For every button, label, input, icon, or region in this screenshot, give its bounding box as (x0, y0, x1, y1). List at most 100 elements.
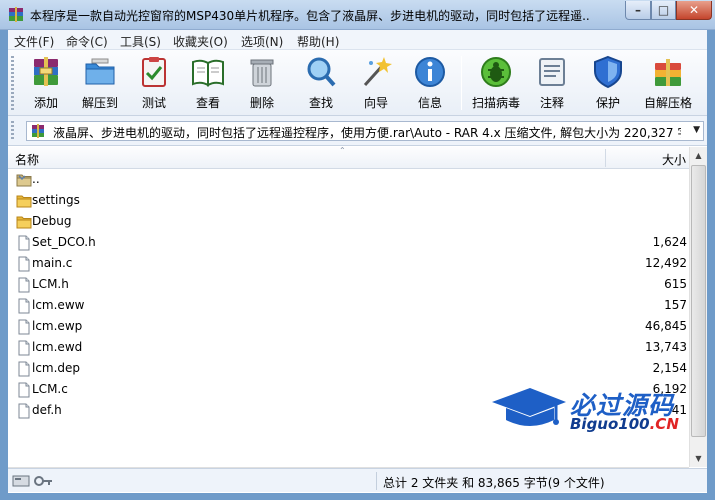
folder-icon (16, 214, 32, 230)
scroll-down-icon[interactable]: ▼ (690, 450, 707, 467)
address-field[interactable]: 液晶屏、步进电机的驱动，同时包括了远程遥控程序，使用方便.rar\Auto - … (26, 121, 704, 141)
sfx-button[interactable]: 自解压格 (644, 53, 692, 113)
close-icon: ✕ (688, 3, 700, 17)
scan-virus-label: 扫描病毒 (471, 96, 520, 110)
status-divider (376, 472, 377, 490)
list-header: 名称 ⌃ 大小 (8, 146, 689, 169)
file-size: 2,154 (652, 361, 687, 375)
folder-icon (16, 193, 32, 209)
test-button[interactable]: 测试 (130, 53, 178, 113)
file-row[interactable]: .. (8, 169, 689, 190)
toolbar-grip[interactable] (11, 56, 14, 110)
test-clipboard-icon (142, 57, 166, 87)
file-row[interactable]: lcm.eww 157 (8, 295, 689, 316)
file-icon (16, 340, 32, 356)
menu-tools[interactable]: 工具(S) (120, 33, 161, 50)
protect-button[interactable]: 保护 (584, 53, 632, 113)
watermark-domain: Biguo100 (570, 415, 650, 433)
address-grip[interactable] (11, 121, 14, 141)
file-name: lcm.ewd (32, 340, 83, 354)
toolbar-separator (461, 56, 462, 110)
add-archive-icon (34, 57, 58, 86)
column-header-size[interactable]: 大小 (608, 151, 686, 168)
file-icon (16, 277, 32, 293)
watermark-subtitle: Biguo100.CN (570, 415, 679, 433)
file-icon (16, 256, 32, 272)
close-button[interactable]: ✕ (676, 1, 712, 20)
file-row[interactable]: settings (8, 190, 689, 211)
minimize-button[interactable]: – (625, 1, 651, 20)
status-summary: 总计 2 文件夹 和 83,865 字节(9 个文件) (383, 476, 605, 490)
scroll-up-icon[interactable]: ▲ (690, 147, 707, 164)
comment-button[interactable]: 注释 (528, 53, 576, 113)
menu-file[interactable]: 文件(F) (14, 33, 54, 50)
sfx-label: 自解压格 (643, 96, 692, 110)
add-button[interactable]: 添加 (22, 53, 70, 113)
drive-key-icon[interactable] (12, 473, 54, 489)
maximize-button[interactable]: □ (651, 1, 676, 20)
file-name: Debug (32, 214, 72, 228)
file-name: lcm.dep (32, 361, 81, 375)
title-bar: 本程序是一款自动光控窗帘的MSP430单片机程序。包含了液晶屏、步进电机的驱动，… (0, 0, 715, 30)
minimize-icon: – (635, 3, 641, 17)
file-icon (16, 298, 32, 314)
file-name: lcm.eww (32, 298, 85, 312)
info-button[interactable]: 信息 (406, 53, 454, 113)
column-divider[interactable] (605, 149, 606, 167)
file-icon (16, 235, 32, 251)
file-name: main.c (32, 256, 73, 270)
self-extract-icon (655, 59, 681, 86)
info-icon (415, 57, 445, 87)
address-bar: 液晶屏、步进电机的驱动，同时包括了远程遥控程序，使用方便.rar\Auto - … (8, 116, 707, 146)
view-button[interactable]: 查看 (184, 53, 232, 113)
file-icon (16, 361, 32, 377)
menu-options[interactable]: 选项(N) (241, 33, 283, 50)
scan-virus-button[interactable]: 扫描病毒 (472, 53, 520, 113)
file-size: 1,624 (652, 235, 687, 249)
delete-button[interactable]: 删除 (238, 53, 286, 113)
file-row[interactable]: lcm.ewd 13,743 (8, 337, 689, 358)
file-row[interactable]: Set_DCO.h 1,624 (8, 232, 689, 253)
comment-label: 注释 (539, 96, 564, 110)
file-row[interactable]: lcm.dep 2,154 (8, 358, 689, 379)
find-label: 查找 (308, 96, 333, 110)
status-bar: 总计 2 文件夹 和 83,865 字节(9 个文件) (8, 468, 707, 492)
chevron-down-icon[interactable]: ▼ (693, 125, 700, 135)
winrar-app-icon[interactable] (8, 7, 24, 23)
menu-help[interactable]: 帮助(H) (297, 33, 339, 50)
file-row[interactable]: LCM.h 615 (8, 274, 689, 295)
shield-icon (594, 55, 622, 89)
file-icon (16, 319, 32, 335)
archive-icon (32, 124, 44, 138)
info-label: 信息 (417, 96, 442, 110)
maximize-icon: □ (657, 3, 670, 17)
extract-button[interactable]: 解压到 (76, 53, 124, 113)
file-icon (16, 403, 32, 419)
menu-command[interactable]: 命令(C) (66, 33, 108, 50)
file-icon (16, 382, 32, 398)
protect-label: 保护 (595, 96, 620, 110)
watermark: 必过源码 Biguo100.CN (490, 382, 690, 433)
magic-wand-icon (363, 57, 392, 87)
vertical-scroll-thumb[interactable] (691, 165, 706, 437)
address-path: 液晶屏、步进电机的驱动，同时包括了远程遥控程序，使用方便.rar\Auto - … (53, 126, 681, 140)
file-name: lcm.ewp (32, 319, 83, 333)
view-book-icon (192, 59, 224, 87)
view-label: 查看 (195, 96, 220, 110)
find-button[interactable]: 查找 (297, 53, 345, 113)
extract-folder-icon (85, 58, 115, 85)
graduation-cap-logo (492, 388, 566, 426)
wizard-button[interactable]: 向导 (352, 53, 400, 113)
vertical-scrollbar[interactable]: ▲ ▼ (689, 147, 707, 467)
parent-folder-icon (16, 172, 32, 188)
column-header-name[interactable]: 名称 (15, 151, 39, 168)
delete-label: 删除 (249, 96, 274, 110)
menu-favorites[interactable]: 收藏夹(O) (173, 33, 228, 50)
file-row[interactable]: lcm.ewp 46,845 (8, 316, 689, 337)
file-row[interactable]: main.c 12,492 (8, 253, 689, 274)
magnifier-icon (307, 57, 336, 87)
sort-arrow-icon: ⌃ (339, 146, 346, 155)
file-name: settings (32, 193, 80, 207)
file-name: .. (32, 172, 40, 186)
file-row[interactable]: Debug (8, 211, 689, 232)
